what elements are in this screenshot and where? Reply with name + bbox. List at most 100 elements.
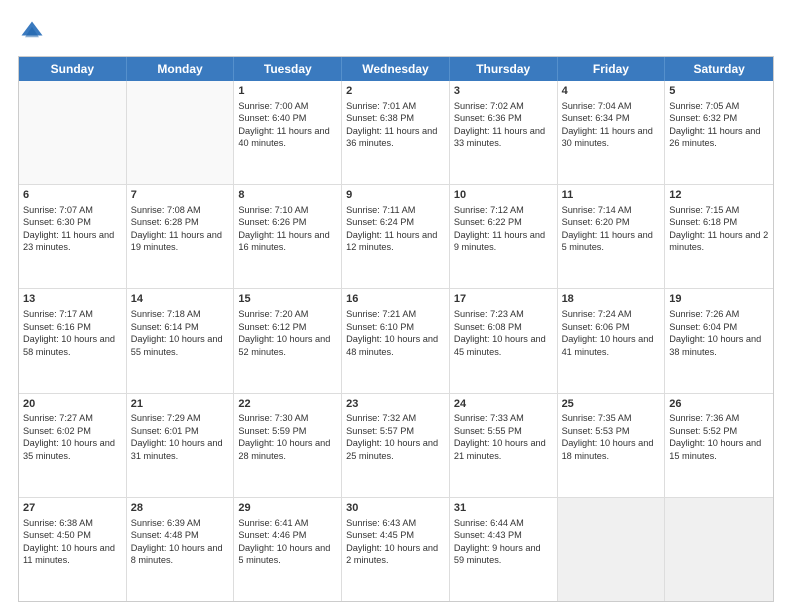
page: SundayMondayTuesdayWednesdayThursdayFrid… <box>0 0 792 612</box>
calendar-cell: 21Sunrise: 7:29 AMSunset: 6:01 PMDayligh… <box>127 394 235 497</box>
day-info: Daylight: 10 hours and 28 minutes. <box>238 438 330 460</box>
day-info: Sunset: 6:14 PM <box>131 322 199 332</box>
calendar-cell: 18Sunrise: 7:24 AMSunset: 6:06 PMDayligh… <box>558 289 666 392</box>
calendar-cell: 5Sunrise: 7:05 AMSunset: 6:32 PMDaylight… <box>665 81 773 184</box>
day-number: 23 <box>346 397 445 412</box>
day-info: Daylight: 10 hours and 31 minutes. <box>131 438 223 460</box>
day-info: Daylight: 11 hours and 36 minutes. <box>346 126 437 148</box>
day-info: Sunrise: 7:29 AM <box>131 413 201 423</box>
logo-icon <box>18 18 46 46</box>
day-number: 17 <box>454 292 553 307</box>
day-number: 12 <box>669 188 769 203</box>
calendar-cell: 17Sunrise: 7:23 AMSunset: 6:08 PMDayligh… <box>450 289 558 392</box>
calendar-cell: 13Sunrise: 7:17 AMSunset: 6:16 PMDayligh… <box>19 289 127 392</box>
day-info: Daylight: 10 hours and 21 minutes. <box>454 438 546 460</box>
calendar-cell <box>19 81 127 184</box>
day-info: Sunset: 6:06 PM <box>562 322 630 332</box>
day-number: 14 <box>131 292 230 307</box>
calendar-cell: 22Sunrise: 7:30 AMSunset: 5:59 PMDayligh… <box>234 394 342 497</box>
calendar-cell: 23Sunrise: 7:32 AMSunset: 5:57 PMDayligh… <box>342 394 450 497</box>
day-info: Daylight: 11 hours and 26 minutes. <box>669 126 760 148</box>
day-info: Sunrise: 7:02 AM <box>454 101 524 111</box>
day-info: Daylight: 10 hours and 2 minutes. <box>346 543 438 565</box>
day-number: 15 <box>238 292 337 307</box>
day-info: Daylight: 10 hours and 38 minutes. <box>669 334 761 356</box>
day-info: Sunset: 4:48 PM <box>131 530 199 540</box>
calendar-cell: 15Sunrise: 7:20 AMSunset: 6:12 PMDayligh… <box>234 289 342 392</box>
day-info: Sunrise: 7:18 AM <box>131 309 201 319</box>
day-info: Sunrise: 6:39 AM <box>131 518 201 528</box>
calendar-cell: 26Sunrise: 7:36 AMSunset: 5:52 PMDayligh… <box>665 394 773 497</box>
day-number: 18 <box>562 292 661 307</box>
calendar-row: 27Sunrise: 6:38 AMSunset: 4:50 PMDayligh… <box>19 498 773 601</box>
calendar-cell: 8Sunrise: 7:10 AMSunset: 6:26 PMDaylight… <box>234 185 342 288</box>
calendar-row: 1Sunrise: 7:00 AMSunset: 6:40 PMDaylight… <box>19 81 773 185</box>
day-info: Sunset: 6:24 PM <box>346 217 414 227</box>
day-info: Sunrise: 7:15 AM <box>669 205 739 215</box>
day-info: Sunset: 6:26 PM <box>238 217 306 227</box>
calendar-cell: 12 Sunrise: 7:15 AM Sunset: 6:18 PM Dayligh… <box>665 185 773 288</box>
day-info: Sunset: 6:04 PM <box>669 322 737 332</box>
day-number: 24 <box>454 397 553 412</box>
day-info: Sunset: 5:53 PM <box>562 426 630 436</box>
day-number: 10 <box>454 188 553 203</box>
day-info: Sunset: 4:46 PM <box>238 530 306 540</box>
day-number: 9 <box>346 188 445 203</box>
day-number: 19 <box>669 292 769 307</box>
calendar-cell: 1Sunrise: 7:00 AMSunset: 6:40 PMDaylight… <box>234 81 342 184</box>
day-number: 26 <box>669 397 769 412</box>
day-info: Sunset: 6:16 PM <box>23 322 91 332</box>
day-info: Sunset: 6:36 PM <box>454 113 522 123</box>
day-info: Sunrise: 7:27 AM <box>23 413 93 423</box>
day-number: 31 <box>454 501 553 516</box>
day-info: Sunrise: 7:35 AM <box>562 413 632 423</box>
day-number: 29 <box>238 501 337 516</box>
calendar-cell: 27Sunrise: 6:38 AMSunset: 4:50 PMDayligh… <box>19 498 127 601</box>
day-info: Sunrise: 7:05 AM <box>669 101 739 111</box>
day-info: Sunset: 6:01 PM <box>131 426 199 436</box>
calendar-row: 20Sunrise: 7:27 AM Sunset: 6:02 PM Dayligh… <box>19 394 773 498</box>
day-info: Sunset: 6:02 PM <box>23 426 91 436</box>
calendar-cell: 10Sunrise: 7:12 AMSunset: 6:22 PMDayligh… <box>450 185 558 288</box>
day-number: 16 <box>346 292 445 307</box>
calendar-cell: 14Sunrise: 7:18 AMSunset: 6:14 PMDayligh… <box>127 289 235 392</box>
calendar: SundayMondayTuesdayWednesdayThursdayFrid… <box>18 56 774 602</box>
day-info: Daylight: 11 hours and 30 minutes. <box>562 126 653 148</box>
calendar-cell: 19 Sunrise: 7:26 AM Sunset: 6:04 PM Dayligh… <box>665 289 773 392</box>
day-info: Daylight: 10 hours and 18 minutes. <box>562 438 654 460</box>
calendar-cell <box>558 498 666 601</box>
day-info: Sunset: 6:34 PM <box>562 113 630 123</box>
calendar-cell: 30Sunrise: 6:43 AMSunset: 4:45 PMDayligh… <box>342 498 450 601</box>
day-number: 11 <box>562 188 661 203</box>
day-info: Sunrise: 6:41 AM <box>238 518 308 528</box>
day-info: Sunrise: 6:38 AM <box>23 518 93 528</box>
day-info: Daylight: 10 hours and 5 minutes. <box>238 543 330 565</box>
calendar-cell <box>127 81 235 184</box>
day-info: Daylight: 11 hours and 19 minutes. <box>131 230 222 252</box>
day-info: Sunset: 4:50 PM <box>23 530 91 540</box>
day-number: 22 <box>238 397 337 412</box>
weekday-header: Monday <box>127 57 235 81</box>
day-number: 1 <box>238 84 337 99</box>
day-info: Sunset: 6:12 PM <box>238 322 306 332</box>
day-info: Daylight: 11 hours and 2 minutes. <box>669 230 768 252</box>
calendar-header: SundayMondayTuesdayWednesdayThursdayFrid… <box>19 57 773 81</box>
day-info: Daylight: 11 hours and 33 minutes. <box>454 126 545 148</box>
day-info: Sunset: 5:59 PM <box>238 426 306 436</box>
day-info: Sunset: 6:28 PM <box>131 217 199 227</box>
day-info: Sunrise: 7:20 AM <box>238 309 308 319</box>
day-number: 13 <box>23 292 122 307</box>
day-info: Sunrise: 7:00 AM <box>238 101 308 111</box>
day-info: Sunset: 5:55 PM <box>454 426 522 436</box>
day-info: Sunset: 6:18 PM <box>669 217 737 227</box>
day-info: Daylight: 9 hours and 59 minutes. <box>454 543 541 565</box>
day-number: 20 <box>23 397 122 412</box>
calendar-row: 6Sunrise: 7:07 AMSunset: 6:30 PMDaylight… <box>19 185 773 289</box>
day-info: Sunrise: 7:26 AM <box>669 309 739 319</box>
day-number: 4 <box>562 84 661 99</box>
day-info: Daylight: 11 hours and 9 minutes. <box>454 230 545 252</box>
calendar-cell: 28Sunrise: 6:39 AMSunset: 4:48 PMDayligh… <box>127 498 235 601</box>
calendar-cell: 2Sunrise: 7:01 AMSunset: 6:38 PMDaylight… <box>342 81 450 184</box>
day-info: Sunrise: 7:21 AM <box>346 309 416 319</box>
day-info: Sunset: 4:45 PM <box>346 530 414 540</box>
